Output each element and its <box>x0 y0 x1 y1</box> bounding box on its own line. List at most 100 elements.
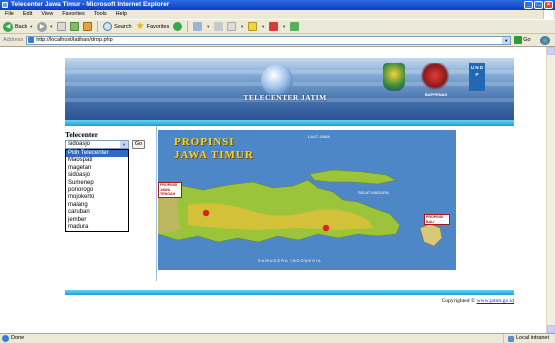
folder-icon[interactable] <box>248 22 258 31</box>
page-icon <box>28 37 35 43</box>
close-button[interactable]: × <box>544 1 553 9</box>
back-label: Back <box>15 23 28 30</box>
window-titlebar: Telecenter Jawa Timur - Microsoft Intern… <box>0 0 555 10</box>
dropdown-option[interactable]: madura <box>66 224 128 231</box>
computer-icon <box>507 335 514 342</box>
menu-file[interactable]: File <box>5 10 14 19</box>
strait-label: SELAT MADURA <box>358 190 389 195</box>
dropdown-option[interactable]: mojokerto <box>66 194 128 201</box>
star-icon: ★ <box>135 21 145 32</box>
vertical-scrollbar[interactable] <box>546 47 555 333</box>
minimize-button[interactable]: _ <box>524 1 533 9</box>
menu-help[interactable]: Help <box>116 10 127 19</box>
maximize-button[interactable]: □ <box>534 1 543 9</box>
back-button[interactable]: ◀ Back ▼ <box>3 21 33 32</box>
print-icon[interactable] <box>214 22 224 31</box>
search-button[interactable]: Search <box>103 22 132 31</box>
location-marker[interactable] <box>202 209 210 217</box>
toolbar-divider <box>187 21 189 32</box>
menu-favorites[interactable]: Favorites <box>62 10 85 19</box>
messenger-icon[interactable] <box>269 22 279 31</box>
zone-label: Local intranet <box>515 335 549 341</box>
address-bar: Address http://localhost/latihan/drop.ph… <box>0 34 555 47</box>
favorites-button[interactable]: ★ Favorites <box>135 21 170 32</box>
sidebar: Telecenter sidoasjo ▼ Go Pilih Telecente… <box>65 126 157 281</box>
chevron-down-icon[interactable]: ▼ <box>240 24 244 29</box>
back-arrow-icon: ◀ <box>3 21 13 32</box>
madura-island <box>309 169 397 185</box>
dropdown-option[interactable]: Sumenep <box>66 180 128 187</box>
history-icon[interactable] <box>193 22 203 31</box>
central-java-label: PROPINSI JAWA TENGAH <box>158 182 182 198</box>
menu-bar: File Edit View Favorites Tools Help <box>0 10 555 19</box>
chevron-down-icon[interactable]: ▼ <box>502 36 511 44</box>
go-button[interactable]: Go <box>132 140 145 149</box>
search-label: Search <box>114 23 132 30</box>
refresh-icon[interactable] <box>70 22 80 31</box>
status-text: Done <box>11 335 25 341</box>
bali-label: PROPINSI BALI <box>424 214 450 225</box>
menu-view[interactable]: View <box>41 10 53 19</box>
map-title: PROPINSI JAWA TIMUR <box>174 136 254 162</box>
menu-edit[interactable]: Edit <box>23 10 32 19</box>
chevron-down-icon[interactable]: ▼ <box>206 24 210 29</box>
dropdown-option[interactable]: jember <box>66 217 128 224</box>
dropdown-option[interactable]: malang <box>66 202 128 209</box>
dropdown-option[interactable]: ponorogo <box>66 187 128 194</box>
bali-island <box>419 223 443 247</box>
forward-button[interactable]: ▶ ▼ <box>37 21 53 32</box>
security-zone: Local intranet <box>502 334 549 343</box>
footer-divider-bar <box>65 290 514 295</box>
chevron-down-icon[interactable]: ▼ <box>29 24 33 29</box>
web-page: TELECENTER JATIM BAPPENAS U N D P Telece… <box>65 58 514 308</box>
stop-icon[interactable] <box>57 22 67 31</box>
edit-icon[interactable] <box>227 22 237 31</box>
copyright-label: Copyrighted © <box>441 298 476 304</box>
scroll-up-button[interactable] <box>547 47 555 55</box>
copyright-text: Copyrighted © www.jatim.go.id <box>442 298 514 304</box>
window-controls: _ □ × <box>524 1 553 9</box>
chevron-down-icon[interactable]: ▼ <box>282 24 286 29</box>
chevron-down-icon[interactable]: ▼ <box>49 24 53 29</box>
dropdown-option[interactable]: sidoasjo <box>66 172 128 179</box>
windows-logo-icon <box>543 10 553 19</box>
dropdown-option[interactable]: caruban <box>66 209 128 216</box>
jatim-emblem-icon <box>383 63 405 91</box>
dropdown-option[interactable]: Maospati <box>66 157 128 164</box>
header-banner: TELECENTER JATIM BAPPENAS U N D P <box>65 58 514 120</box>
map-title-line2: JAWA TIMUR <box>174 149 254 161</box>
east-java-map: PROPINSI JAWA TIMUR LAUT JAWA SELAT MADU… <box>158 130 456 270</box>
address-go-button[interactable]: Go <box>514 36 531 44</box>
home-icon[interactable] <box>83 22 93 31</box>
dropdown-option[interactable]: magetan <box>66 165 128 172</box>
address-url: http://localhost/latihan/drop.php <box>36 37 113 43</box>
address-input[interactable]: http://localhost/latihan/drop.php ▼ <box>26 35 512 45</box>
status-bar: Done Local intranet <box>0 333 555 343</box>
go-label: Go <box>523 37 531 43</box>
sidebar-title: Telecenter <box>65 130 99 139</box>
undp-logo: U N D P <box>469 63 485 91</box>
sea-label-north: LAUT JAWA <box>308 134 331 139</box>
page-status-icon <box>2 335 9 342</box>
forward-arrow-icon: ▶ <box>37 21 48 32</box>
research-icon[interactable] <box>290 22 300 31</box>
toolbar: ◀ Back ▼ ▶ ▼ Search ★ Favorites ▼ ▼ ▼ ▼ <box>0 19 555 34</box>
media-icon[interactable] <box>173 22 183 31</box>
telecenter-logo-icon <box>261 64 293 96</box>
globe-icon[interactable] <box>539 35 550 45</box>
location-marker[interactable] <box>322 224 330 232</box>
banner-title: TELECENTER JATIM <box>243 93 327 102</box>
menu-tools[interactable]: Tools <box>94 10 107 19</box>
ocean-label: SAMUDERA INDONESIA <box>258 258 322 263</box>
dropdown-option[interactable]: Pilih Telecenter <box>66 150 128 158</box>
telecenter-dropdown-list: Pilih Telecenter Maospati magetan sidoas… <box>65 149 129 233</box>
address-label: Address <box>3 37 24 43</box>
telecenter-select[interactable]: sidoasjo ▼ <box>65 140 129 149</box>
scroll-down-button[interactable] <box>547 325 555 333</box>
chevron-down-icon[interactable]: ▼ <box>261 24 265 29</box>
chevron-down-icon[interactable]: ▼ <box>120 141 128 148</box>
go-arrow-icon <box>514 36 523 44</box>
toolbar-divider <box>97 21 99 32</box>
footer-link[interactable]: www.jatim.go.id <box>477 298 514 304</box>
ie-icon <box>2 2 8 8</box>
